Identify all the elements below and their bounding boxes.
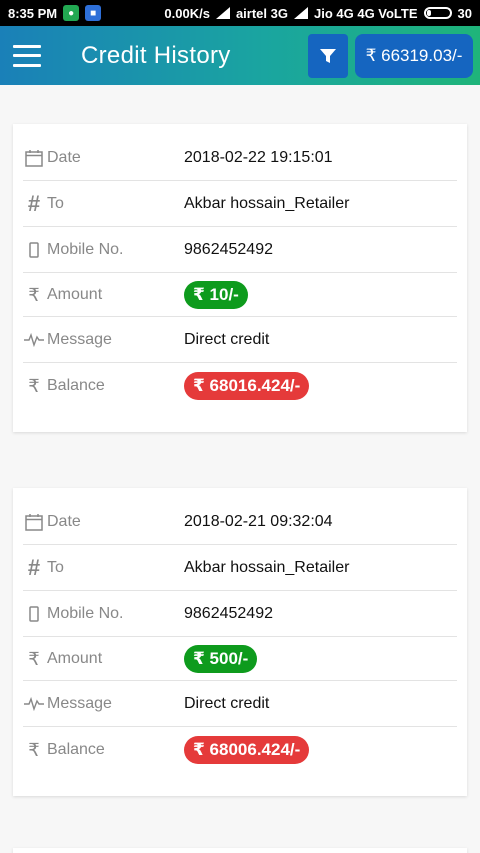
mobile-value: 9862452492 xyxy=(184,605,273,622)
credit-record-card: Date 2018-02-22 19:15:01 # To Akbar hossa… xyxy=(13,124,467,432)
amount-badge: ₹ 500/- xyxy=(184,645,258,673)
message-value: Direct credit xyxy=(184,331,270,348)
amount-badge: ₹ 10/- xyxy=(184,281,248,309)
row-amount: ₹ Amount ₹ 10/- xyxy=(23,273,457,317)
signal-icon xyxy=(215,7,230,19)
credit-record-card-partial xyxy=(13,848,467,853)
to-value: Akbar hossain_Retailer xyxy=(184,195,350,212)
net-speed: 0.00K/s xyxy=(164,5,210,21)
battery-icon xyxy=(423,7,452,19)
row-to: # To Akbar hossain_Retailer xyxy=(23,181,457,227)
signal-icon-2 xyxy=(293,7,308,19)
pulse-icon xyxy=(23,697,45,711)
amount-label: Amount xyxy=(47,650,103,667)
balance-badge: ₹ 68006.424/- xyxy=(184,736,310,764)
page-title: Credit History xyxy=(81,41,231,69)
row-balance: ₹ Balance ₹ 68006.424/- xyxy=(23,727,457,773)
calendar-icon xyxy=(23,513,45,531)
amount-label: Amount xyxy=(47,286,103,303)
pulse-icon xyxy=(23,333,45,347)
rupee-icon: ₹ xyxy=(28,648,40,669)
filter-button[interactable] xyxy=(308,34,348,78)
row-date: Date 2018-02-22 19:15:01 xyxy=(23,135,457,181)
app-bar: Credit History ₹ 66319.03/- xyxy=(0,26,480,85)
row-mobile: Mobile No. 9862452492 xyxy=(23,591,457,637)
rupee-icon: ₹ xyxy=(28,284,40,305)
mobile-value: 9862452492 xyxy=(184,241,273,258)
to-label: To xyxy=(47,559,64,576)
wallet-balance-button[interactable]: ₹ 66319.03/- xyxy=(355,34,473,78)
date-label: Date xyxy=(47,149,81,166)
message-label: Message xyxy=(47,695,112,712)
battery-level: 30 xyxy=(457,5,472,21)
row-date: Date 2018-02-21 09:32:04 xyxy=(23,499,457,545)
message-value: Direct credit xyxy=(184,695,270,712)
calendar-icon xyxy=(23,149,45,167)
date-value: 2018-02-22 19:15:01 xyxy=(184,149,333,166)
status-bar: 8:35 PM ● ■ 0.00K/s airtel 3G Jio 4G 4G … xyxy=(0,0,480,26)
balance-label: Balance xyxy=(47,741,105,758)
app-notification-icon-2: ■ xyxy=(85,5,102,21)
date-value: 2018-02-21 09:32:04 xyxy=(184,513,333,530)
to-value: Akbar hossain_Retailer xyxy=(184,559,350,576)
row-amount: ₹ Amount ₹ 500/- xyxy=(23,637,457,681)
hash-icon: # xyxy=(27,191,41,216)
mobile-label: Mobile No. xyxy=(47,241,124,258)
app-notification-icon: ● xyxy=(63,5,80,21)
credit-record-card: Date 2018-02-21 09:32:04 # To Akbar hossa… xyxy=(13,488,467,796)
carrier-2: Jio 4G 4G VoLTE xyxy=(313,5,418,21)
row-mobile: Mobile No. 9862452492 xyxy=(23,227,457,273)
menu-icon[interactable] xyxy=(13,44,41,67)
filter-icon xyxy=(320,49,336,63)
carrier-1: airtel 3G xyxy=(235,5,288,21)
status-time: 8:35 PM xyxy=(8,5,58,21)
balance-badge: ₹ 68016.424/- xyxy=(184,372,310,400)
mobile-icon xyxy=(23,242,45,258)
row-message: Message Direct credit xyxy=(23,681,457,727)
date-label: Date xyxy=(47,513,81,530)
mobile-icon xyxy=(23,606,45,622)
to-label: To xyxy=(47,195,64,212)
mobile-label: Mobile No. xyxy=(47,605,124,622)
row-balance: ₹ Balance ₹ 68016.424/- xyxy=(23,363,457,409)
hash-icon: # xyxy=(27,555,41,580)
message-label: Message xyxy=(47,331,112,348)
rupee-icon: ₹ xyxy=(28,739,40,760)
row-message: Message Direct credit xyxy=(23,317,457,363)
balance-label: Balance xyxy=(47,377,105,394)
rupee-icon: ₹ xyxy=(28,375,40,396)
row-to: # To Akbar hossain_Retailer xyxy=(23,545,457,591)
